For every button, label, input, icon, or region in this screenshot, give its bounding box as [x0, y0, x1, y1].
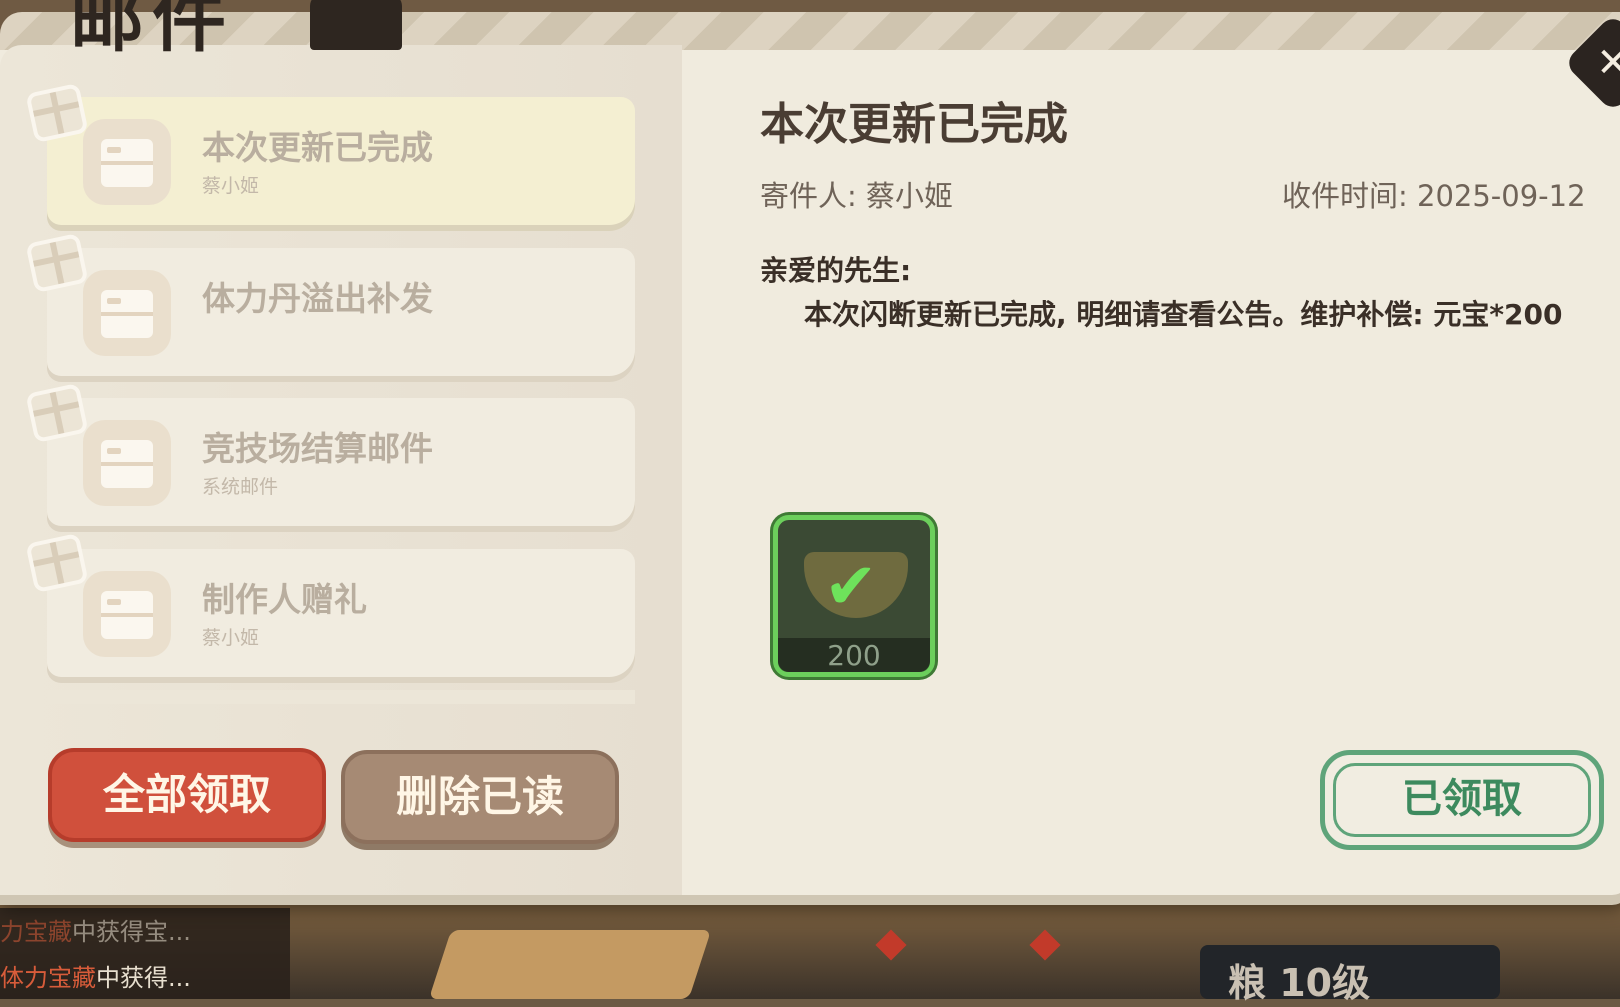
background-plank	[428, 930, 712, 999]
reward-count: 200	[827, 639, 881, 672]
claimed-button-label: 已领取	[1402, 776, 1522, 822]
mail-item-arena-settlement[interactable]: 竞技场结算邮件 系统邮件	[47, 398, 635, 526]
mail-item-sender: 蔡小姬	[202, 175, 260, 197]
chat-feed-line: 体力宝藏中获得...	[0, 964, 191, 992]
mail-item-title: 本次更新已完成	[202, 128, 433, 167]
envelope-icon	[83, 571, 171, 657]
envelope-icon	[83, 270, 171, 356]
mail-item-title: 体力丹溢出补发	[202, 279, 433, 318]
envelope-icon	[83, 119, 171, 205]
mail-detail-title: 本次更新已完成	[760, 99, 1068, 150]
envelope-icon	[83, 420, 171, 506]
chat-feed: 力宝藏中获得宝... 体力宝藏中获得...	[0, 908, 290, 999]
chat-feed-line: 力宝藏中获得宝...	[0, 918, 191, 946]
page-title: 邮件	[70, 0, 234, 62]
list-scroll-fade	[47, 690, 635, 704]
close-icon: ✕	[1596, 40, 1620, 86]
mail-item-sender: 蔡小姬	[202, 627, 260, 649]
mail-icon	[310, 0, 402, 50]
mail-item-title: 竞技场结算邮件	[202, 429, 433, 468]
mail-detail-received-time: 收件时间: 2025-09-12	[1282, 179, 1586, 213]
reward-item[interactable]: ✔ 200	[773, 515, 935, 677]
mail-item-sender: 系统邮件	[202, 476, 279, 498]
mail-detail-greeting: 亲爱的先生:	[760, 254, 912, 287]
claimed-button[interactable]: 已领取	[1320, 750, 1604, 850]
mail-item-update-complete[interactable]: 本次更新已完成 蔡小姬	[47, 97, 635, 225]
mail-item-producer-gift[interactable]: 制作人赠礼 蔡小姬	[47, 549, 635, 677]
claim-all-button[interactable]: 全部领取	[48, 748, 326, 842]
mail-detail-sender: 寄件人: 蔡小姬	[760, 179, 953, 213]
claimed-check-icon: ✔	[824, 550, 878, 624]
mail-item-stamina-reissue[interactable]: 体力丹溢出补发	[47, 248, 635, 376]
mail-detail-body: 本次闪断更新已完成, 明细请查看公告。维护补偿: 元宝*200	[804, 298, 1563, 331]
delete-read-button[interactable]: 删除已读	[341, 750, 619, 844]
mail-item-title: 制作人赠礼	[202, 580, 367, 619]
